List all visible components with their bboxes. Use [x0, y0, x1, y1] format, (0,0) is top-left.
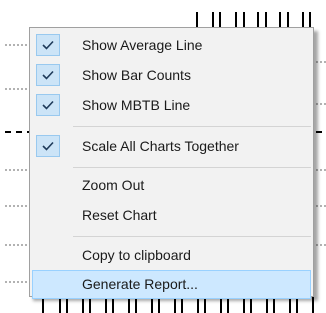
menu-item-show-mbtb-line[interactable]: Show MBTB Line — [32, 91, 311, 120]
menu-item-label: Zoom Out — [82, 177, 145, 193]
chart-ticks-top — [196, 12, 311, 28]
context-menu: Show Average Line Show Bar Counts Show M… — [29, 27, 314, 299]
menu-item-scale-all-charts-together[interactable]: Scale All Charts Together — [32, 132, 311, 161]
menu-separator — [73, 126, 311, 127]
menu-item-reset-chart[interactable]: Reset Chart — [32, 201, 311, 230]
checkmark-icon — [36, 135, 60, 157]
menu-item-show-average-line[interactable]: Show Average Line — [32, 31, 311, 60]
menu-item-generate-report[interactable]: Generate Report... — [32, 270, 311, 299]
menu-item-zoom-out[interactable]: Zoom Out — [32, 171, 311, 200]
menu-item-show-bar-counts[interactable]: Show Bar Counts — [32, 61, 311, 90]
checkmark-icon — [36, 64, 60, 86]
menu-item-label: Show Bar Counts — [82, 67, 191, 83]
checkmark-icon — [36, 94, 60, 116]
checkmark-icon — [36, 34, 60, 56]
menu-item-label: Reset Chart — [82, 207, 157, 223]
menu-item-label: Show Average Line — [82, 37, 203, 53]
menu-item-label: Copy to clipboard — [82, 247, 191, 263]
menu-separator — [73, 167, 311, 168]
menu-separator — [73, 236, 311, 237]
menu-item-label: Generate Report... — [82, 276, 198, 292]
menu-item-copy-to-clipboard[interactable]: Copy to clipboard — [32, 241, 311, 270]
menu-item-label: Scale All Charts Together — [82, 138, 239, 154]
menu-item-label: Show MBTB Line — [82, 97, 191, 113]
